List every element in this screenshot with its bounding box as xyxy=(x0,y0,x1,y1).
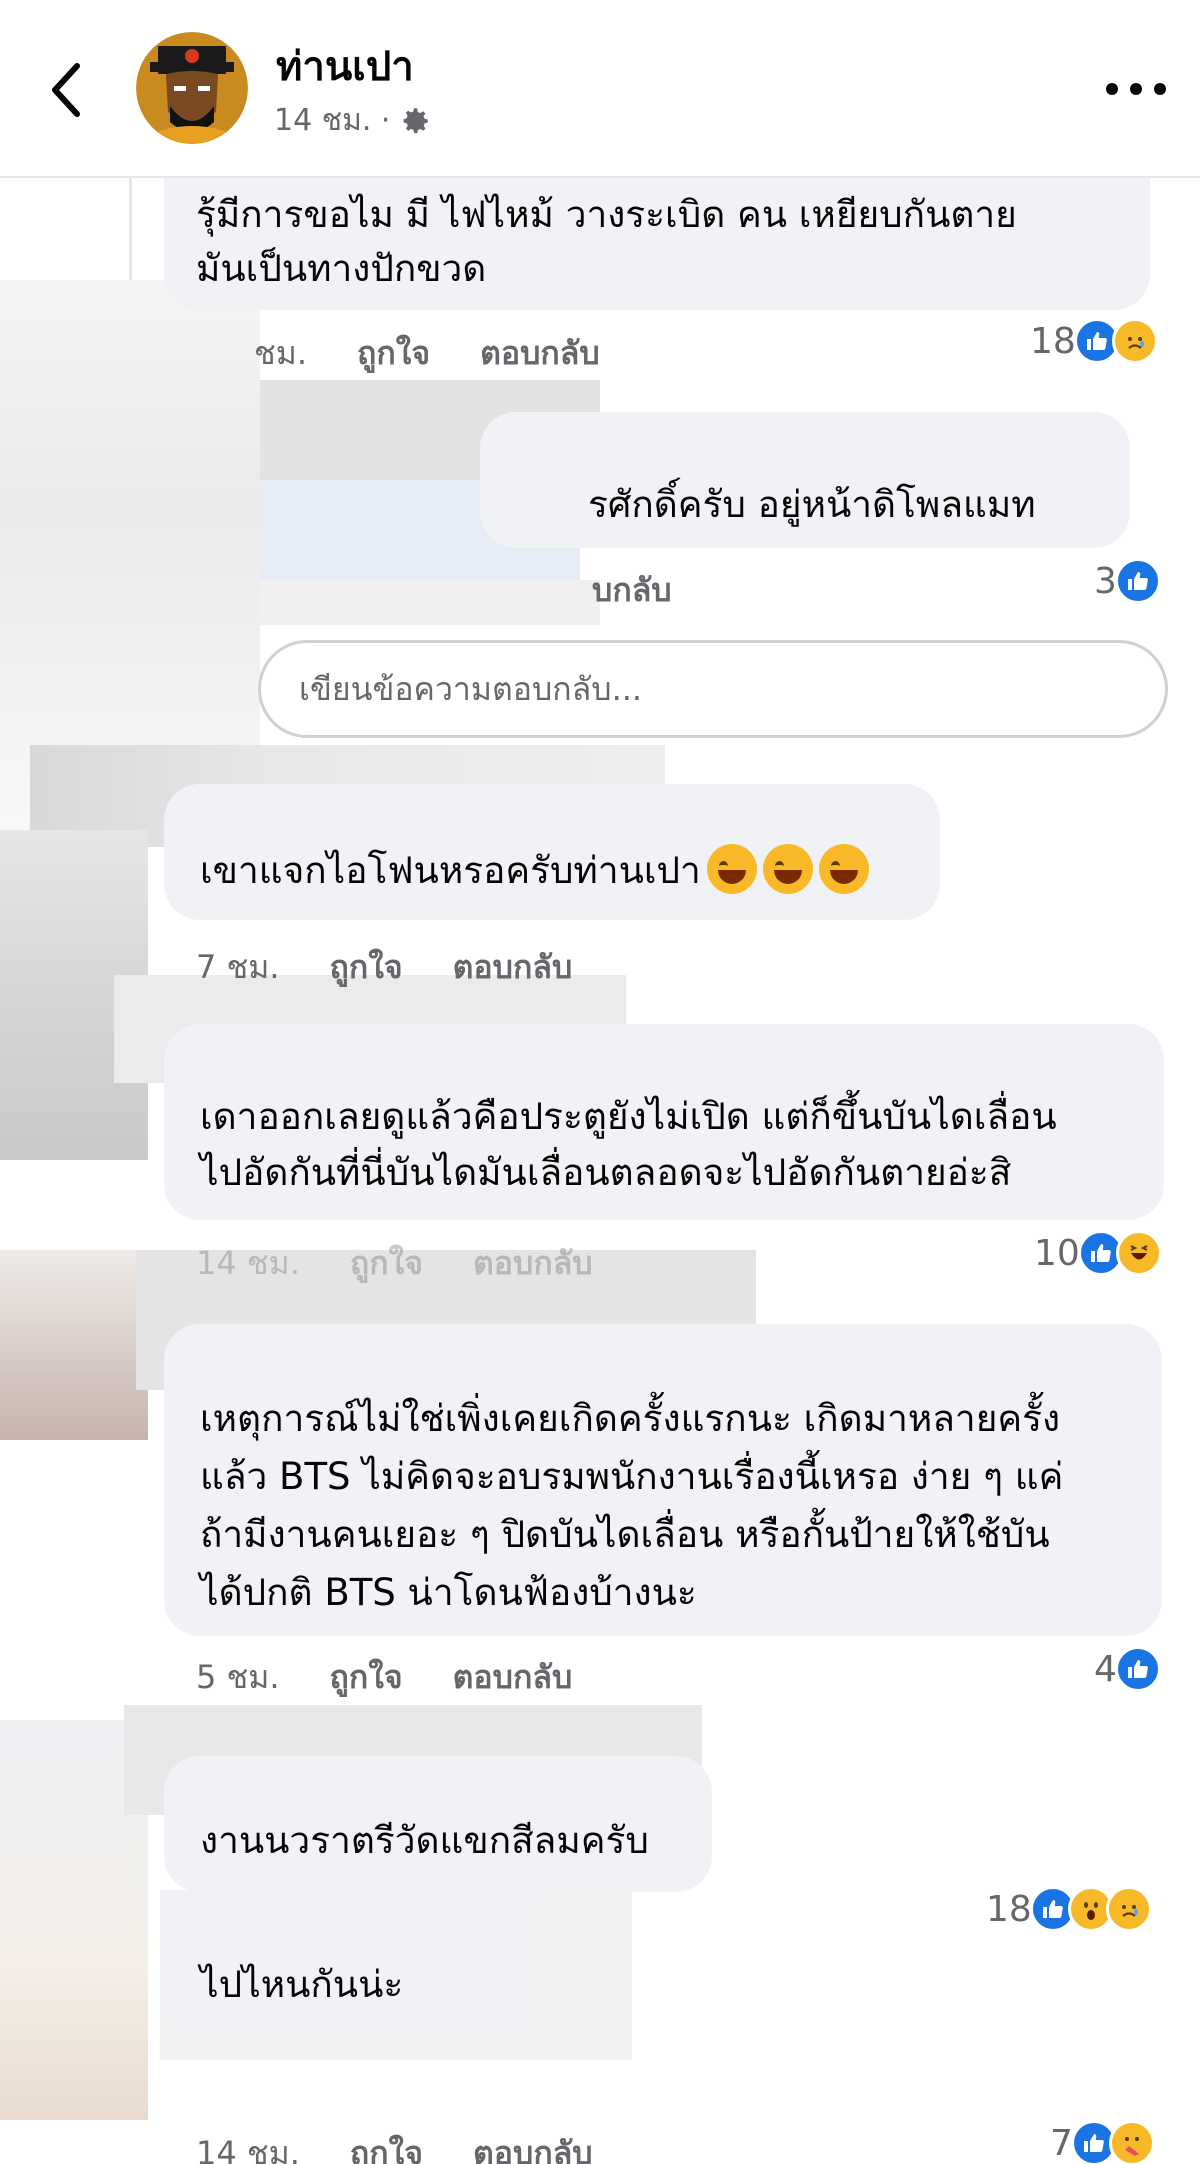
reaction-summary[interactable]: 7 xyxy=(1050,2120,1155,2164)
comment-text-line: ได้ปกติ BTS น่าโดนฟ้องบ้างนะ xyxy=(200,1571,697,1614)
comment-bubble: เดาออกเลยดูแล้วคือประตูยังไม่เปิด แต่ก็ข… xyxy=(164,1024,1164,1220)
comment-time: 5 ชม. xyxy=(196,1658,280,1696)
comment-bubble: รุ้มีการขอไม มี ไฟไหม้ วางระเบิด คน เหยี… xyxy=(164,178,1150,310)
comment-actions: บกลับ xyxy=(592,565,672,616)
chevron-left-icon xyxy=(52,63,80,117)
like-icon xyxy=(1114,558,1161,604)
comment-text-line: เดาออกเลยดูแล้วคือประตูยังไม่เปิด แต่ก็ข… xyxy=(200,1095,1057,1138)
comment-bubble: ไปไหนกันน่ะ xyxy=(164,1892,534,2036)
comment-actions: 14 ชม. ถูกใจ ตอบกลับ xyxy=(196,1238,593,1289)
comment-text-line: ไปอัดกันที่นี่บันไดมันเลื่อนตลอดจะไปอัดก… xyxy=(200,1151,1012,1194)
reply-button[interactable]: ตอบกลับ xyxy=(480,328,600,379)
dot xyxy=(1154,83,1166,95)
sad-icon xyxy=(1105,1886,1152,1932)
comment-text-line: ถ้ามีงานคนเยอะ ๆ ปิดบันไดเลื่อน หรือกั้น… xyxy=(200,1513,1050,1556)
reaction-count: 4 xyxy=(1094,1648,1117,1690)
comment-text-line: แล้ว BTS ไม่คิดจะอบรมพนักงานเรื่องนี้เหร… xyxy=(200,1455,1064,1498)
comment-text-line: รศักดิ์ครับ อยู่หน้าดิโพลแมท xyxy=(588,483,1036,526)
author-name[interactable]: ท่านเปา xyxy=(276,34,414,98)
comment-time: 14 ชม. xyxy=(196,2134,300,2164)
post-header: ท่านเปา 14 ชม. · xyxy=(0,0,1200,178)
comment-text-line: งานนวราตรีวัดแขกสีลมครับ xyxy=(200,1819,649,1862)
sad-icon xyxy=(1111,318,1158,364)
reply-button[interactable]: ตอบกลับ xyxy=(453,1652,573,1703)
haha-icon xyxy=(1115,1230,1162,1276)
reaction-summary[interactable]: 4 xyxy=(1094,1646,1161,1692)
like-button[interactable]: ถูกใจ xyxy=(330,942,403,993)
like-button[interactable]: ถูกใจ xyxy=(350,2128,423,2164)
reaction-summary[interactable]: 18 xyxy=(1030,318,1158,364)
comment-bubble: เขาแจกไอโฟนหรอครับท่านเปา xyxy=(164,784,940,920)
like-icon xyxy=(1114,1646,1161,1692)
reply-button[interactable]: ตอบกลับ xyxy=(473,1238,593,1289)
laughing-emoji-icon xyxy=(818,843,869,894)
comment-bubble: เหตุการณ์ไม่ใช่เพิ่งเคยเกิดครั้งแรกนะ เก… xyxy=(164,1324,1162,1636)
comment-actions: 7 ชม. ถูกใจ ตอบกลับ xyxy=(196,942,572,993)
care-icon xyxy=(1108,2120,1155,2164)
comment-text-line: เขาแจกไอโฟนหรอครับท่านเปา xyxy=(200,843,869,898)
censored-name-block xyxy=(260,580,600,625)
comment-time: 7 ชม. xyxy=(196,948,280,986)
reaction-summary[interactable]: 10 xyxy=(1034,1230,1162,1276)
comment-text-line: ไปไหนกันน่ะ xyxy=(200,1963,404,2006)
like-button[interactable]: ถูกใจ xyxy=(330,1652,403,1703)
comment-text-line: รุ้มีการขอไม มี ไฟไหม้ วางระเบิด คน เหยี… xyxy=(196,193,1017,236)
comment-actions: ชม. ถูกใจ ตอบกลับ xyxy=(254,328,600,379)
reaction-summary[interactable]: 18 xyxy=(986,1886,1152,1932)
reaction-count: 3 xyxy=(1094,560,1117,602)
like-button[interactable]: ถูกใจ xyxy=(350,1238,423,1289)
post-time: 14 ชม. · xyxy=(274,103,391,138)
laughing-emoji-icon xyxy=(762,843,813,894)
comment-time: 14 ชม. xyxy=(196,1244,300,1282)
reply-button[interactable]: ตอบกลับ xyxy=(453,942,573,993)
back-button[interactable] xyxy=(40,50,90,130)
post-meta: 14 ชม. · xyxy=(274,97,432,144)
reply-input[interactable]: เขียนข้อความตอบกลับ... xyxy=(258,640,1168,738)
censored-avatar-block xyxy=(0,1250,148,1440)
avatar[interactable] xyxy=(136,32,248,144)
comment-bubble: รศักดิ์ครับ อยู่หน้าดิโพลแมท xyxy=(480,412,1130,548)
reaction-count: 7 xyxy=(1050,2122,1073,2164)
comment-bubble: งานนวราตรีวัดแขกสีลมครับ xyxy=(164,1756,712,1892)
gear-icon xyxy=(403,107,429,133)
like-button[interactable]: ถูกใจ xyxy=(357,328,430,379)
comment-actions: 5 ชม. ถูกใจ ตอบกลับ xyxy=(196,1652,572,1703)
comment-text: เขาแจกไอโฟนหรอครับท่านเปา xyxy=(200,849,701,892)
reaction-summary[interactable]: 3 xyxy=(1094,558,1161,604)
reply-button[interactable]: บกลับ xyxy=(592,565,672,616)
reaction-count: 18 xyxy=(1030,320,1076,362)
more-options-button[interactable] xyxy=(1106,74,1166,104)
reply-input-placeholder: เขียนข้อความตอบกลับ... xyxy=(299,669,643,708)
comment-text-line: เหตุการณ์ไม่ใช่เพิ่งเคยเกิดครั้งแรกนะ เก… xyxy=(200,1397,1061,1440)
comment-actions: 14 ชม. ถูกใจ ตอบกลับ xyxy=(196,2128,593,2164)
reaction-count: 18 xyxy=(986,1888,1032,1930)
laughing-emoji-icon xyxy=(706,843,757,894)
comment-text-line: มันเป็นทางปักขวด xyxy=(196,247,487,290)
reaction-count: 10 xyxy=(1034,1232,1080,1274)
dot xyxy=(1130,83,1142,95)
reply-button[interactable]: ตอบกลับ xyxy=(473,2128,593,2164)
dot xyxy=(1106,83,1118,95)
comment-time: ชม. xyxy=(254,334,307,372)
